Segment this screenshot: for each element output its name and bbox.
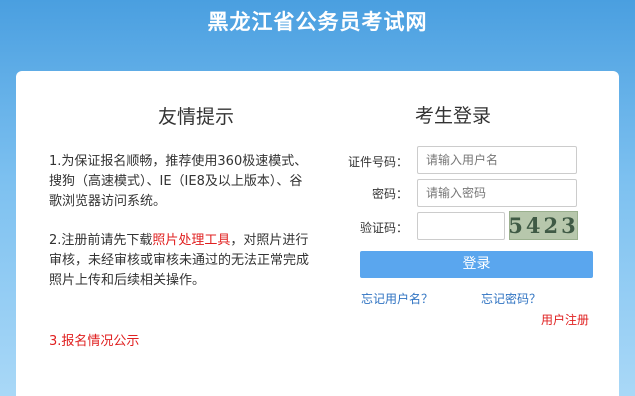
login-button[interactable]: 登录 [360,251,593,278]
tip-item-1: 1.为保证报名顺畅，推荐使用360极速模式、搜狗（高速模式）、IE（IE8及以上… [49,154,308,209]
tip-item-2-prefix: 2.注册前请先下载 [49,233,153,248]
id-number-label: 证件号码： [347,155,408,169]
captcha-input[interactable] [417,212,505,240]
login-card: 友情提示 1.为保证报名顺畅，推荐使用360极速模式、搜狗（高速模式）、IE（I… [16,71,619,396]
password-input[interactable] [417,179,577,207]
password-label: 密码： [371,187,408,201]
forgot-username-link[interactable]: 忘记用户名？ [361,290,433,307]
photo-tool-link[interactable]: 照片处理工具 [152,233,230,248]
registration-status-link[interactable]: 3.报名情况公示 [49,332,311,352]
id-number-input[interactable] [417,146,577,174]
register-link[interactable]: 用户注册 [541,311,589,328]
tips-title: 友情提示 [157,106,234,128]
site-title: 黑龙江省公务员考试网 [207,10,428,34]
tip-item-2: 2.注册前请先下载照片处理工具，对照片进行审核，未经审核或审核未通过的无法正常完… [49,231,311,291]
captcha-label: 验证码： [359,221,408,235]
captcha-image[interactable]: 5423 [508,211,578,240]
login-title: 考生登录 [414,105,491,127]
forgot-password-link[interactable]: 忘记密码？ [481,290,541,307]
